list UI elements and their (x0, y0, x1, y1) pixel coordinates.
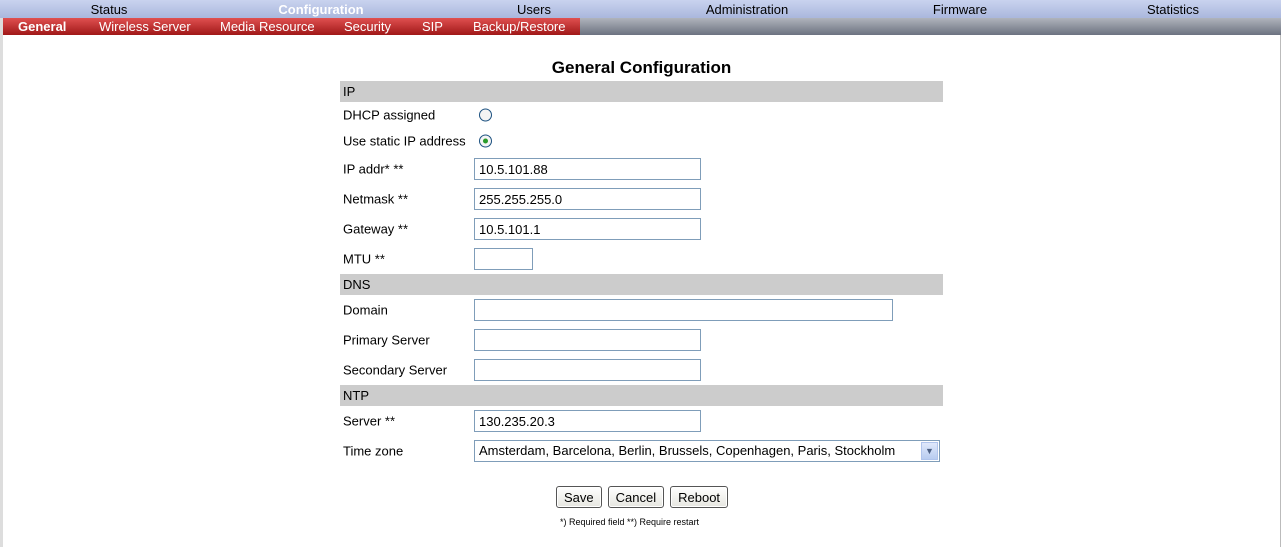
ip-label: IP addr* ** (343, 161, 404, 177)
sub-nav: General Wireless Server Media Resource S… (0, 18, 1281, 35)
static-label: Use static IP address (343, 133, 466, 149)
section-ntp: NTP (340, 385, 943, 406)
primary-row: Primary Server (340, 325, 943, 355)
primary-server-label: Primary Server (343, 332, 430, 348)
secondary-server-label: Secondary Server (343, 362, 448, 378)
timezone-row: Time zone Amsterdam, Barcelona, Berlin, … (340, 436, 943, 466)
subnav-security[interactable]: Security (344, 19, 391, 34)
netmask-row: Netmask ** (340, 184, 943, 214)
main-nav: Status Configuration Users Administratio… (0, 0, 1281, 18)
domain-row: Domain (340, 295, 943, 325)
cancel-button[interactable]: Cancel (607, 486, 665, 508)
nav-configuration[interactable]: Configuration (278, 2, 363, 17)
domain-input[interactable] (474, 299, 893, 321)
nav-firmware[interactable]: Firmware (933, 2, 987, 17)
netmask-label: Netmask ** (343, 191, 409, 207)
gateway-label: Gateway ** (343, 221, 409, 237)
chevron-down-icon[interactable]: ▼ (921, 442, 938, 460)
reboot-button[interactable]: Reboot (670, 486, 729, 508)
ntp-server-input[interactable] (474, 410, 701, 432)
mtu-row: MTU ** (340, 244, 943, 274)
subnav-general[interactable]: General (18, 19, 66, 34)
ntp-server-row: Server ** (340, 406, 943, 436)
gateway-row: Gateway ** (340, 214, 943, 244)
secondary-row: Secondary Server (340, 355, 943, 385)
button-bar: Save Cancel Reboot (556, 486, 729, 508)
section-ip: IP (340, 81, 943, 102)
gateway-input[interactable] (474, 218, 701, 240)
section-dns: DNS (340, 274, 943, 295)
dhcp-label: DHCP assigned (343, 107, 436, 123)
primary-server-input[interactable] (474, 329, 701, 351)
left-border (0, 18, 3, 547)
subnav-wireless-server[interactable]: Wireless Server (99, 19, 191, 34)
domain-label: Domain (343, 302, 388, 318)
footnote: *) Required field **) Require restart (560, 517, 700, 527)
dhcp-row: DHCP assigned (340, 102, 943, 128)
save-button[interactable]: Save (556, 486, 602, 508)
ip-row: IP addr* ** (340, 154, 943, 184)
ip-address-input[interactable] (474, 158, 701, 180)
subnav-media-resource[interactable]: Media Resource (220, 19, 315, 34)
nav-users[interactable]: Users (517, 2, 551, 17)
nav-administration[interactable]: Administration (706, 2, 788, 17)
subnav-backup-restore[interactable]: Backup/Restore (473, 19, 566, 34)
mtu-input[interactable] (474, 248, 533, 270)
config-form: IP DHCP assigned Use static IP address I… (340, 81, 943, 466)
secondary-server-input[interactable] (474, 359, 701, 381)
mtu-label: MTU ** (343, 251, 385, 267)
static-row: Use static IP address (340, 128, 943, 154)
dhcp-radio[interactable] (479, 108, 492, 122)
ntp-server-label: Server ** (343, 413, 396, 429)
subnav-sip[interactable]: SIP (422, 19, 443, 34)
timezone-label: Time zone (343, 443, 404, 459)
timezone-value: Amsterdam, Barcelona, Berlin, Brussels, … (479, 443, 896, 458)
page-title: General Configuration (551, 58, 732, 77)
netmask-input[interactable] (474, 188, 701, 210)
nav-statistics[interactable]: Statistics (1147, 2, 1199, 17)
static-ip-radio[interactable] (479, 134, 492, 148)
timezone-select[interactable]: Amsterdam, Barcelona, Berlin, Brussels, … (474, 440, 940, 462)
nav-status[interactable]: Status (91, 2, 128, 17)
